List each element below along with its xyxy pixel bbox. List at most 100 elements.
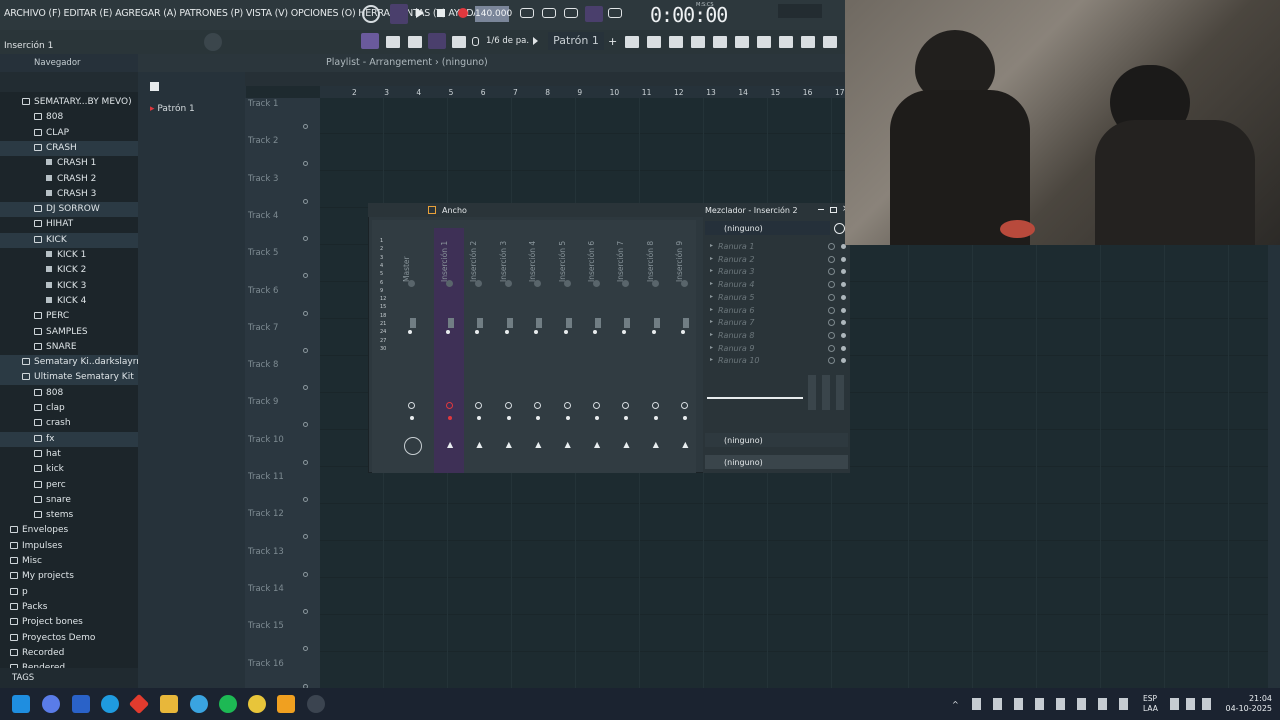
pan-knob[interactable] <box>446 280 453 287</box>
slot-expand-icon[interactable]: ▸ <box>710 356 713 363</box>
link-tool-icon[interactable] <box>428 33 446 49</box>
eq-graph[interactable] <box>707 375 805 415</box>
browser-item[interactable]: crash <box>0 416 138 431</box>
play-button[interactable] <box>416 8 424 18</box>
slot-mix-knob[interactable] <box>828 344 835 352</box>
view-mode-group[interactable] <box>361 33 379 49</box>
plugin-picker-icon[interactable] <box>735 36 749 48</box>
browser-item[interactable]: Impulses <box>0 539 138 554</box>
effect-slot[interactable]: Ranura 3 <box>718 267 754 276</box>
effect-slot[interactable]: Ranura 5 <box>718 293 754 302</box>
mixer-toolbar[interactable] <box>368 203 703 217</box>
browser-toolbar[interactable] <box>0 72 138 92</box>
browser-item[interactable]: CRASH <box>0 140 138 156</box>
metronome-toggle-icon[interactable] <box>452 36 466 48</box>
eq-band-2[interactable] <box>822 375 830 410</box>
system-tray[interactable] <box>1170 698 1216 710</box>
browser-item[interactable]: My projects <box>0 569 138 584</box>
mixer-strip-name[interactable]: Inserción 6 <box>587 240 596 282</box>
route-arrow-icon[interactable]: ▲ <box>682 440 688 449</box>
browser-item[interactable]: SNARE <box>0 340 138 355</box>
mute-led-icon[interactable] <box>565 416 570 420</box>
track-label[interactable]: Track 2 <box>248 136 278 146</box>
track-mute-icon[interactable] <box>303 124 308 129</box>
track-label[interactable]: Track 4 <box>248 211 278 221</box>
send-switch-icon[interactable] <box>446 402 453 409</box>
browser-item[interactable]: fx <box>0 431 138 447</box>
playlist-toolbar[interactable] <box>245 72 845 86</box>
playlist-grid-right[interactable] <box>845 245 1280 688</box>
browser-item[interactable]: 808 <box>0 110 138 125</box>
channel-pattern-item[interactable]: ▸ Patrón 1 <box>150 104 195 114</box>
effect-slot[interactable]: Ranura 7 <box>718 318 754 327</box>
browser-item[interactable]: stems <box>0 508 138 523</box>
stereo-separation-icon[interactable] <box>563 330 568 334</box>
track-label[interactable]: Track 13 <box>248 547 284 557</box>
app-red-badge-icon[interactable] <box>307 695 325 713</box>
browser-item[interactable]: Proyectos Demo <box>0 631 138 646</box>
snap-icon[interactable] <box>472 37 479 46</box>
track-label[interactable]: Track 3 <box>248 174 278 184</box>
slot-expand-icon[interactable]: ▸ <box>710 242 713 249</box>
effect-slot[interactable]: Ranura 9 <box>718 344 754 353</box>
time-display[interactable]: 0:00:00 <box>650 3 728 27</box>
main-menu[interactable]: ARCHIVO (F) EDITAR (E) AGREGAR (A) PATRO… <box>4 8 480 19</box>
browser-item[interactable]: KICK 2 <box>0 263 138 278</box>
loop-record-icon[interactable] <box>608 8 622 18</box>
slot-mix-knob[interactable] <box>828 255 835 263</box>
slot-expand-icon[interactable]: ▸ <box>710 267 713 274</box>
wait-icon[interactable] <box>542 8 556 18</box>
slot-enable-icon[interactable] <box>841 332 846 338</box>
tags-label[interactable]: TAGS <box>12 673 34 683</box>
track-label[interactable]: Track 11 <box>248 472 284 482</box>
stereo-separation-icon[interactable] <box>651 330 656 334</box>
slot-enable-icon[interactable] <box>841 307 846 313</box>
send-switch-icon[interactable] <box>408 402 415 409</box>
slot-expand-icon[interactable]: ▸ <box>710 255 713 262</box>
effect-slot[interactable]: Ranura 2 <box>718 255 754 264</box>
stereo-separation-icon[interactable] <box>408 330 412 334</box>
track-label[interactable]: Track 5 <box>248 248 278 258</box>
mixer-strip-name[interactable]: Inserción 1 <box>440 240 449 282</box>
route-arrow-icon[interactable]: ▲ <box>594 440 600 449</box>
pattern-prev-button[interactable] <box>533 37 538 45</box>
track-label[interactable]: Track 10 <box>248 435 284 445</box>
pan-knob[interactable] <box>408 280 415 287</box>
mute-led-icon[interactable] <box>653 416 658 420</box>
arrow-tool-icon[interactable] <box>386 36 400 48</box>
minimize-icon[interactable] <box>818 209 824 210</box>
send-switch-icon[interactable] <box>593 402 600 409</box>
browser-item[interactable]: Misc <box>0 554 138 569</box>
snap-select[interactable]: 1/6 de pa. <box>486 36 529 46</box>
slot-mix-knob[interactable] <box>828 306 835 314</box>
effect-slot[interactable]: Ranura 4 <box>718 280 754 289</box>
track-mute-icon[interactable] <box>303 571 308 577</box>
mixer-strip-name[interactable]: Inserción 5 <box>558 240 567 282</box>
track-label[interactable]: Track 8 <box>248 360 278 370</box>
stop-button[interactable] <box>437 9 445 17</box>
playlist-window-icon[interactable] <box>625 36 639 48</box>
route-arrow-icon[interactable]: ▲ <box>535 440 541 449</box>
clock[interactable]: 21:04 04-10-2025 <box>1220 694 1273 714</box>
route-arrow-icon[interactable]: ▲ <box>506 440 512 449</box>
eq-band-3[interactable] <box>836 375 844 410</box>
volume-fader[interactable] <box>536 318 543 328</box>
fader-master[interactable] <box>404 437 422 455</box>
browser-item[interactable]: perc <box>0 478 138 493</box>
volume-fader[interactable] <box>683 318 690 328</box>
stereo-separation-icon[interactable] <box>446 330 450 334</box>
volume-fader[interactable] <box>410 318 416 328</box>
browser-item[interactable]: DJ SORROW <box>0 202 138 218</box>
slot-enable-icon[interactable] <box>841 256 846 262</box>
cart-icon[interactable] <box>823 36 837 48</box>
touch-keyboard-icon[interactable] <box>779 36 793 48</box>
pan-knob[interactable] <box>651 280 659 287</box>
route-arrow-icon[interactable]: ▲ <box>447 440 453 449</box>
browser-item[interactable]: PERC <box>0 309 138 324</box>
effect-slot[interactable]: Ranura 8 <box>718 331 754 340</box>
effect-slot[interactable]: Ranura 6 <box>718 306 754 315</box>
send-switch-icon[interactable] <box>563 402 571 409</box>
slot-expand-icon[interactable]: ▸ <box>710 293 713 300</box>
track-mute-icon[interactable] <box>303 347 308 353</box>
mixer-strip-name[interactable]: Inserción 4 <box>528 240 537 282</box>
